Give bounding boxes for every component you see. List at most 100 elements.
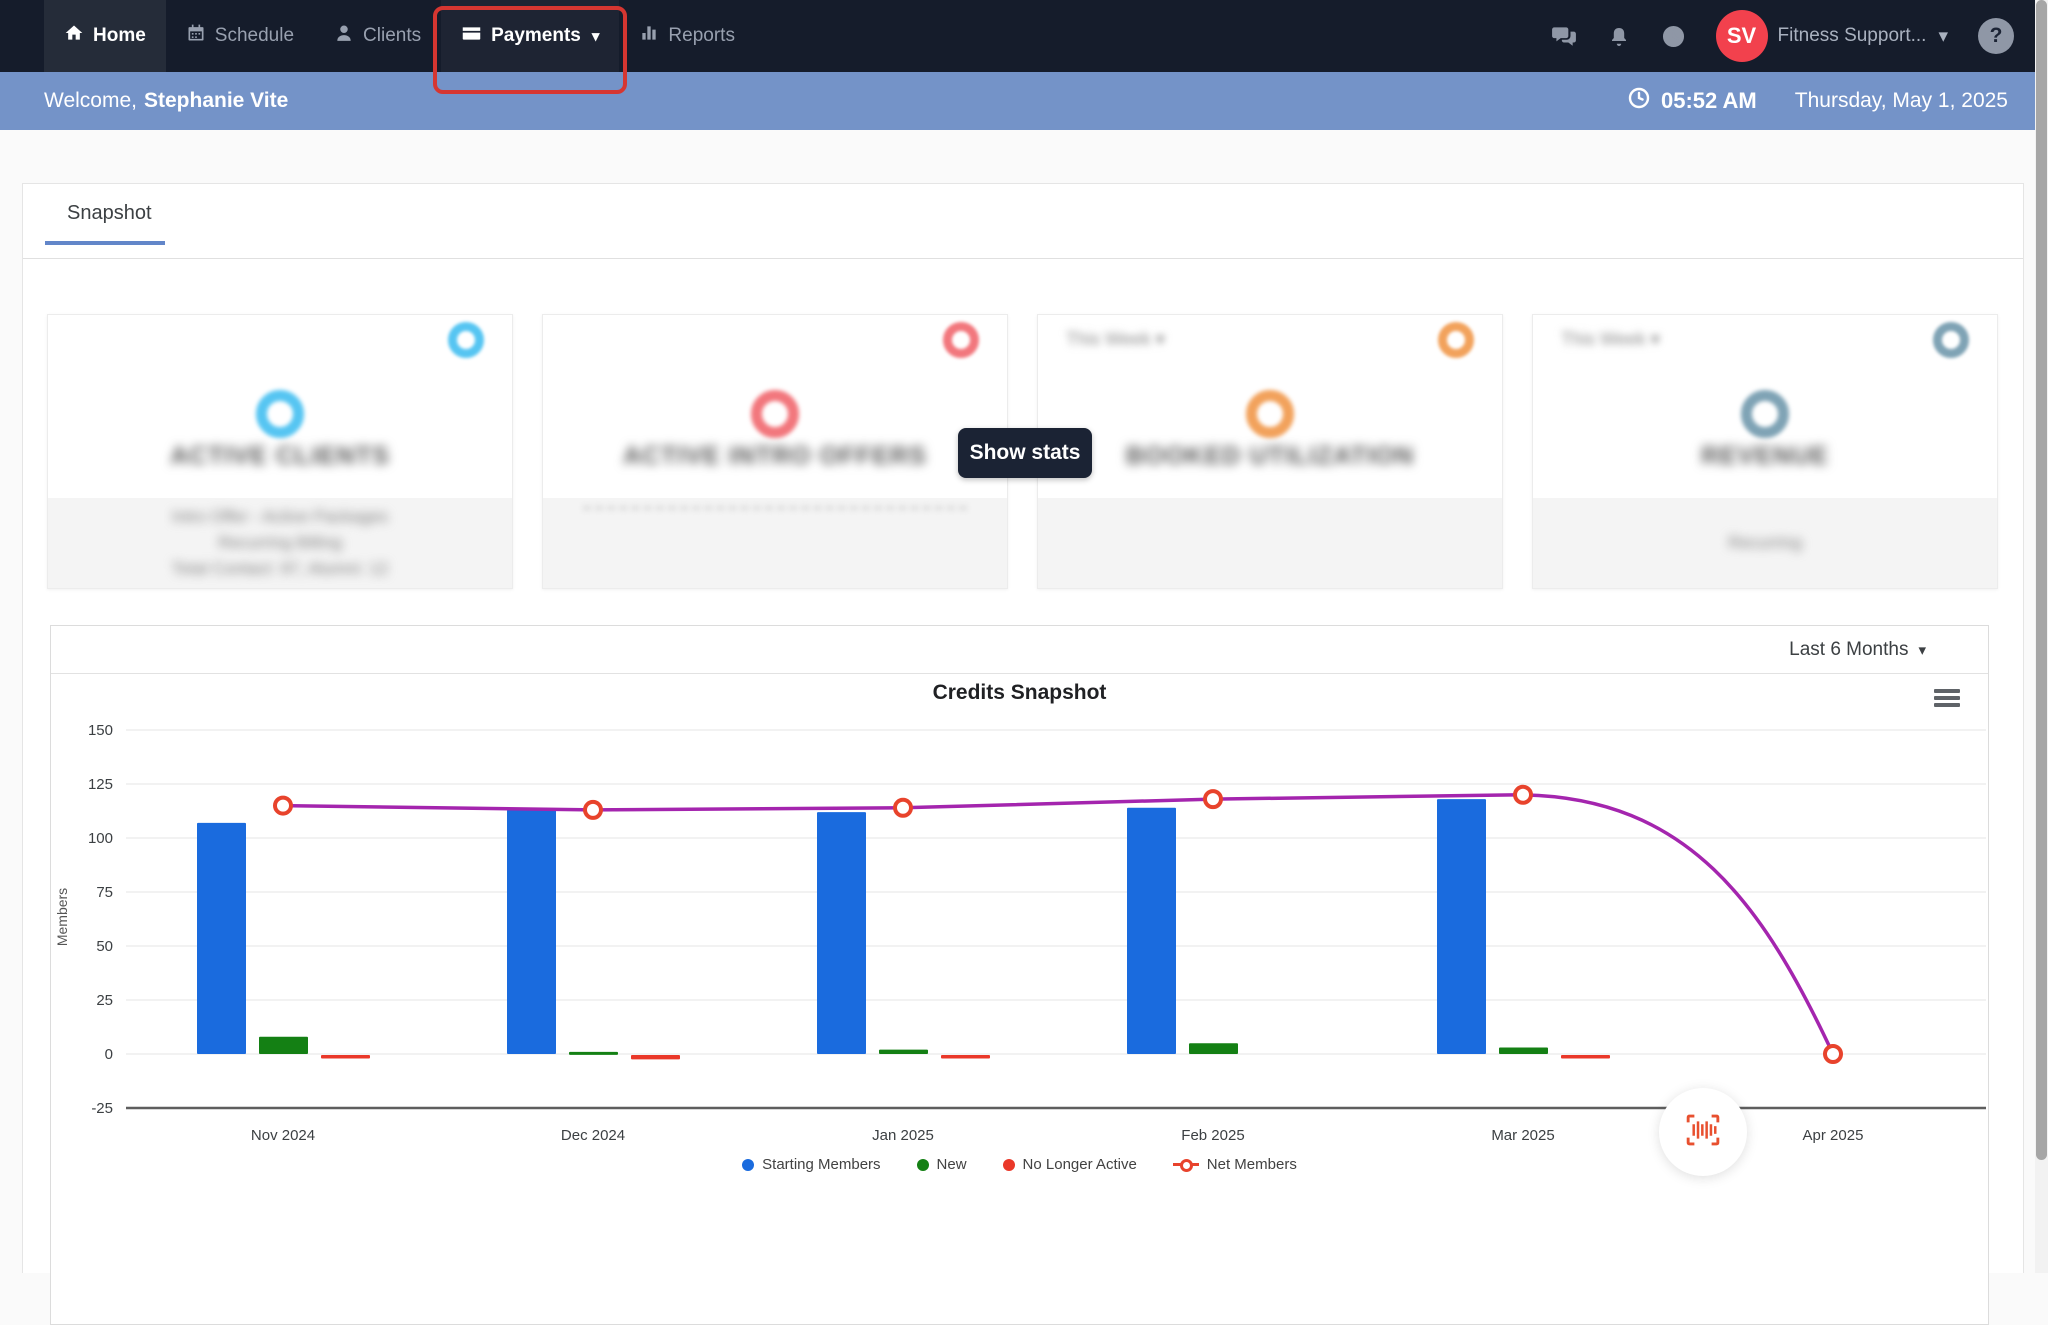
legend-label: New [936,1156,967,1173]
stat-card-booked-utilization: This Week ▾ BOOKED UTILIZATION [1037,314,1503,589]
card-title: ACTIVE INTRO OFFERS [623,442,927,470]
donut-badge-icon [448,322,484,358]
tab-divider [23,258,2023,259]
user-name: Stephanie Vite [143,89,289,112]
card-icon [461,23,482,50]
svg-text:Jan 2025: Jan 2025 [872,1127,934,1144]
svg-text:125: 125 [88,776,113,793]
home-icon [64,23,84,49]
svg-text:150: 150 [88,722,113,739]
nav-label: Home [93,25,146,46]
card-title: REVENUE [1701,442,1829,470]
stat-card-active-clients: ACTIVE CLIENTS Intro Offer - Active Pack… [47,314,513,589]
svg-text:Mar 2025: Mar 2025 [1491,1127,1554,1144]
nav-label: Payments [491,25,581,46]
nav-item-payments[interactable]: Payments ▾ [433,0,628,94]
card-footer: Intro Offer - Active Packages Recurring … [48,498,512,588]
legend-label: Net Members [1206,1156,1297,1173]
donut-icon [1246,390,1294,438]
nav-utilities: SV Fitness Support... ▾ ? [1551,0,2048,72]
bar-chart-icon [639,23,659,49]
legend-dot-icon [742,1158,755,1171]
welcome-bar: Welcome, Stephanie Vite 05:52 AM Thursda… [0,72,2048,130]
period-dropdown[interactable]: This Week ▾ [1066,329,1165,350]
footer-line: Intro Offer - Active Packages [171,507,389,526]
legend-item: Net Members [1172,1156,1297,1173]
time-group: 05:52 AM Thursday, May 1, 2025 [1627,86,2008,116]
legend-dot-icon [1002,1158,1015,1171]
credits-snapshot-card: Last 6 Months ▾ Credits Snapshot 150 125 1… [50,625,1989,1325]
person-icon [334,23,354,49]
footer-line: Recurring [1728,533,1802,552]
nav-menu: Home Schedule Clients Payments ▾ Reports [0,0,755,94]
svg-text:Feb 2025: Feb 2025 [1181,1127,1244,1144]
card-footer: Recurring [1533,498,1997,588]
svg-text:Dec 2024: Dec 2024 [561,1127,625,1144]
footer-line: Total Contact: 97, Alumni: 12 [171,559,389,578]
donut-badge-icon [1438,322,1474,358]
legend-item: Starting Members [742,1156,881,1173]
legend-label: Starting Members [762,1156,881,1173]
donut-badge-icon [943,322,979,358]
vertical-scrollbar[interactable] [2035,0,2048,1273]
period-dropdown[interactable]: This Week ▾ [1561,329,1660,350]
svg-text:Apr 2025: Apr 2025 [1803,1127,1864,1144]
stat-card-revenue: This Week ▾ REVENUE Recurring [1532,314,1998,589]
stat-card-active-intro-offers: ACTIVE INTRO OFFERS [542,314,1008,589]
barcode-icon [1680,1107,1726,1158]
nav-label: Reports [668,25,735,46]
svg-text:25: 25 [96,992,113,1009]
svg-text:0: 0 [105,1046,113,1063]
svg-text:Members: Members [54,888,70,946]
tab-snapshot[interactable]: Snapshot [67,202,152,225]
clock-icon[interactable] [1661,24,1686,49]
svg-text:75: 75 [96,884,113,901]
current-date: Thursday, May 1, 2025 [1794,89,2008,112]
card-title: ACTIVE CLIENTS [170,442,390,470]
legend-item: New [916,1156,967,1173]
chevron-down-icon: ▾ [1938,25,1948,47]
nav-item-schedule[interactable]: Schedule [166,0,314,72]
credits-chart[interactable]: 150 125 100 75 50 25 0 -25 Members Nov 2024 Dec 20… [51,674,1990,1274]
date-range-dropdown[interactable]: Last 6 Months ▾ [51,626,1988,674]
svg-text:100: 100 [88,830,113,847]
donut-icon [256,390,304,438]
clock-icon [1627,86,1651,116]
svg-text:50: 50 [96,938,113,955]
nav-item-reports[interactable]: Reports [619,0,755,72]
nav-item-home[interactable]: Home [44,0,166,72]
barcode-scan-button[interactable] [1659,1088,1747,1176]
svg-text:Nov 2024: Nov 2024 [251,1127,315,1144]
show-stats-button[interactable]: Show stats [958,428,1092,478]
donut-icon [751,390,799,438]
help-icon[interactable]: ? [1978,18,2014,54]
card-title: BOOKED UTILIZATION [1125,442,1415,470]
current-time: 05:52 AM [1660,88,1757,113]
legend-dot-icon [916,1158,929,1171]
legend-item: No Longer Active [1002,1156,1137,1173]
donut-badge-icon [1933,322,1969,358]
welcome-prefix: Welcome, [44,89,137,112]
footer-line: Recurring Billing [218,533,342,552]
legend-ring-icon [1172,1158,1199,1172]
chat-icon[interactable] [1551,23,1577,49]
svg-text:-25: -25 [91,1100,113,1117]
nav-label: Schedule [214,25,295,46]
account-menu[interactable]: SV Fitness Support... ▾ [1715,10,1948,62]
card-footer [1038,498,1502,588]
blurred-divider [583,506,967,510]
bell-icon[interactable] [1607,24,1631,48]
nav-item-clients[interactable]: Clients [314,0,441,72]
chevron-down-icon: ▾ [591,28,600,45]
date-range-label: Last 6 Months [1789,638,1909,660]
tab-active-underline [45,241,165,245]
legend-label: No Longer Active [1022,1156,1137,1173]
avatar: SV [1715,10,1768,62]
top-nav: Home Schedule Clients Payments ▾ Reports… [0,0,2048,94]
account-name: Fitness Support... [1777,25,1927,46]
nav-label: Clients [363,25,422,46]
calendar-icon [186,23,206,49]
donut-icon [1741,390,1789,438]
card-footer [543,498,1007,588]
scrollbar-thumb[interactable] [2036,0,2047,1160]
